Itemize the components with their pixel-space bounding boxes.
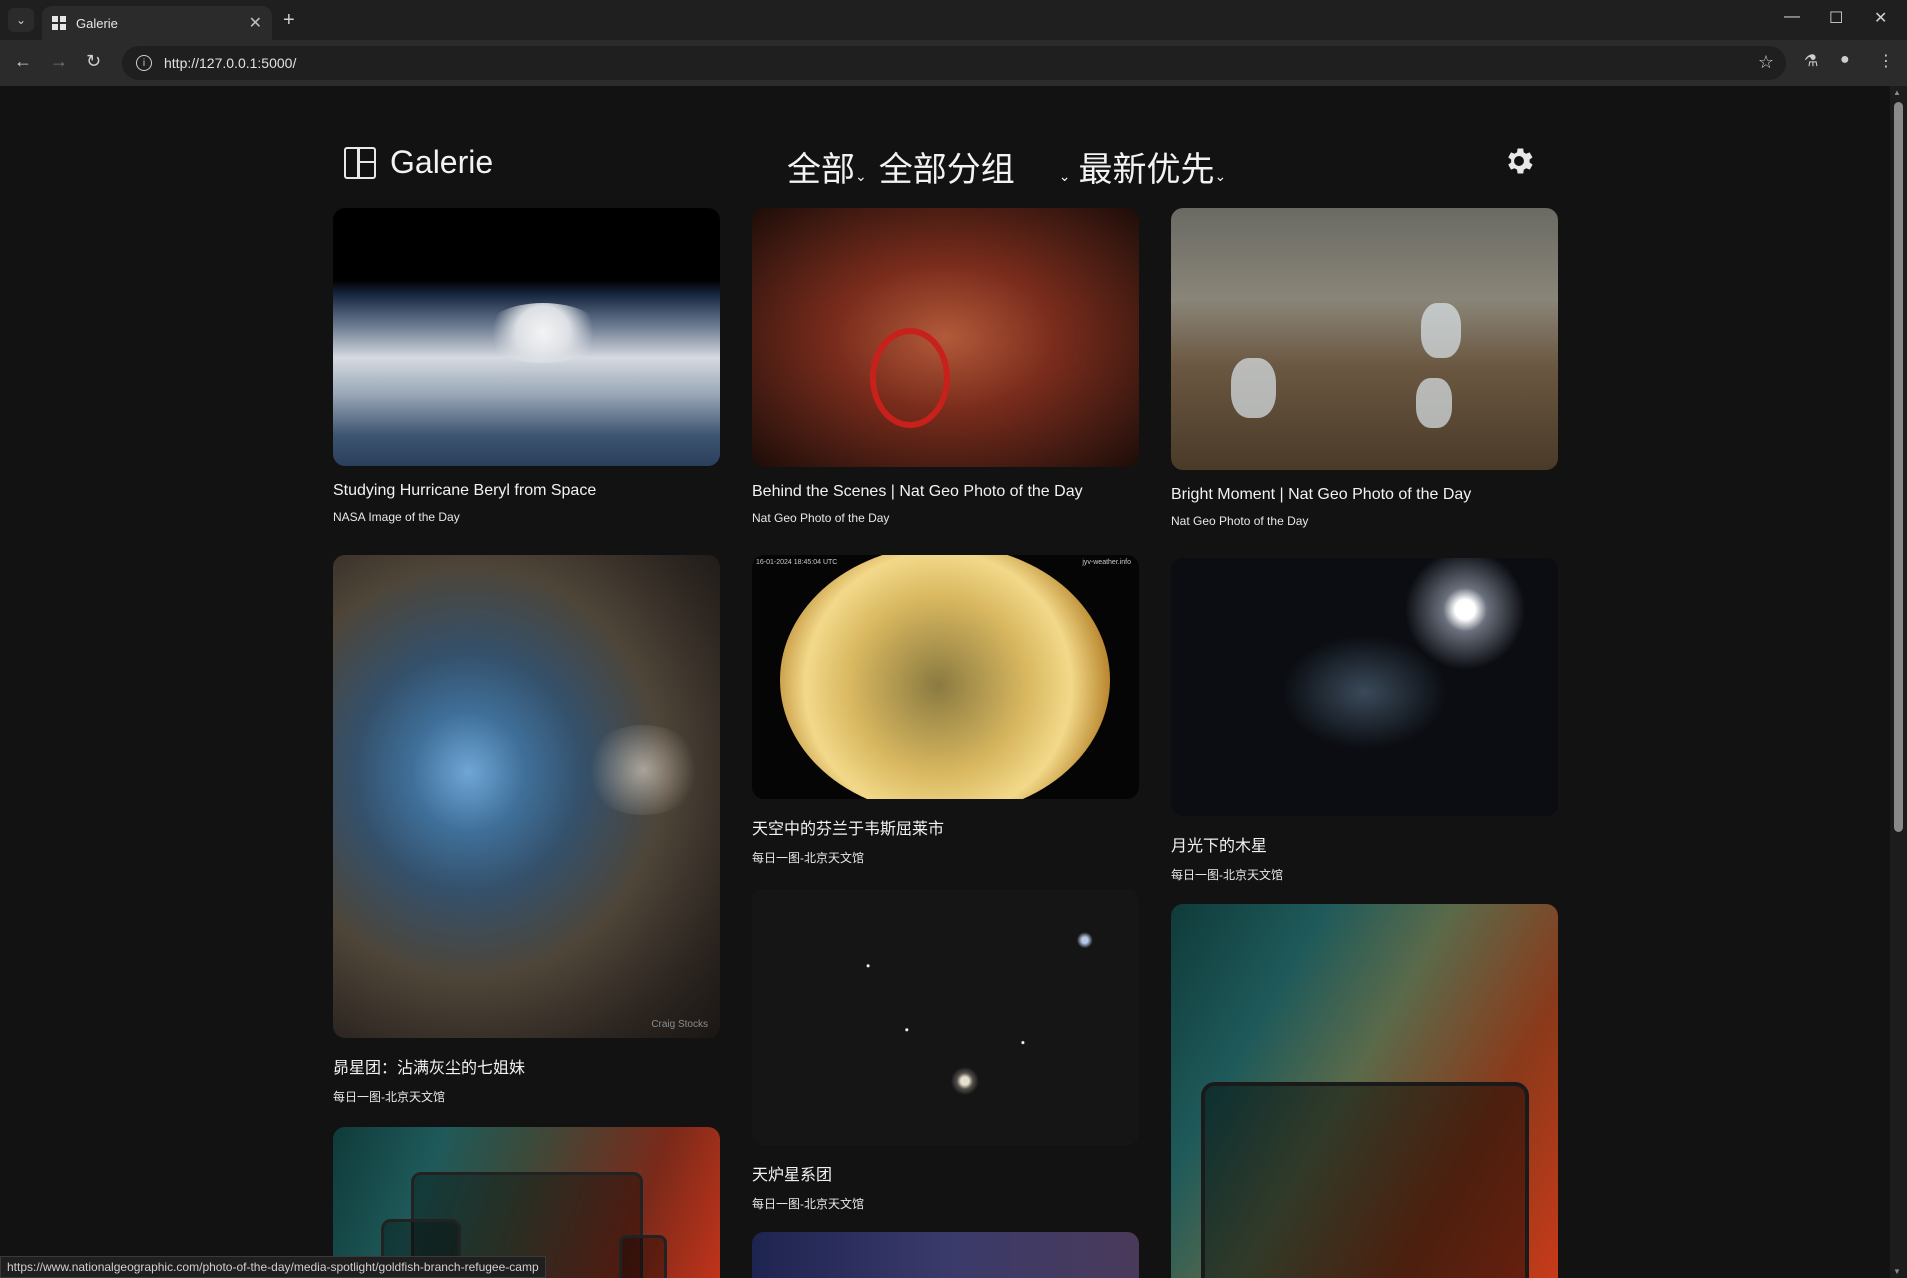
card-source: 每日一图-北京天文馆 (1171, 868, 1283, 882)
site-info-icon[interactable]: i (136, 55, 152, 71)
gallery-card[interactable]: 月光下的木星 每日一图-北京天文馆 (1171, 558, 1558, 883)
page-scrollbar[interactable]: ▲ ▼ (1890, 86, 1907, 1278)
card-title: 月光下的木星 (1171, 838, 1268, 855)
address-url: http://127.0.0.1:5000/ (164, 55, 297, 71)
card-source: 每日一图-北京天文馆 (752, 1197, 864, 1211)
night-sky-photo (752, 1232, 1139, 1278)
chevron-down-icon: ⌄ (855, 168, 867, 184)
browser-tab[interactable]: Galerie ✕ (42, 6, 272, 40)
new-tab-button[interactable]: + (283, 8, 295, 32)
fornax-cluster-photo (752, 889, 1139, 1145)
photo-credit: Craig Stocks (651, 1019, 708, 1030)
forward-button[interactable]: → (50, 51, 68, 72)
gallery-page: Galerie 全部⌄ 全部分组 ⌄ 最新优先⌄ Studying Hurric… (0, 86, 1890, 1278)
gallery-card[interactable]: Bright Moment | Nat Geo Photo of the Day… (1171, 208, 1558, 528)
gallery-card[interactable]: 16-01-2024 18:45:04 UTC jyv-weather.info… (752, 555, 1139, 866)
gallery-card[interactable]: Craig Stocks 昴星团：沾满灰尘的七姐妹 每日一图-北京天文馆 (333, 555, 720, 1105)
camera-timestamp: 16-01-2024 18:45:04 UTC (756, 559, 838, 566)
scroll-up-icon[interactable]: ▲ (1893, 88, 1901, 97)
card-title: 昴星团：沾满灰尘的七姐妹 (333, 1060, 526, 1077)
category-filter-select[interactable]: 全部⌄ (787, 142, 871, 191)
card-title: Behind the Scenes | Nat Geo Photo of the… (752, 483, 1083, 500)
chevron-down-icon: ⌄ (1058, 168, 1071, 184)
card-title: 天空中的芬兰于韦斯屈莱市 (752, 821, 945, 838)
sort-order-select[interactable]: 最新优先⌄ (1078, 142, 1230, 191)
hurricane-photo (333, 208, 720, 466)
camera-watermark: jyv-weather.info (1082, 559, 1131, 566)
card-source: 每日一图-北京天文馆 (333, 1090, 445, 1104)
app-header: Galerie 全部⌄ 全部分组 ⌄ 最新优先⌄ (332, 126, 1556, 196)
card-source: NASA Image of the Day (333, 510, 460, 524)
scrollbar-thumb[interactable] (1894, 102, 1903, 832)
address-bar[interactable]: i http://127.0.0.1:5000/ ☆ (122, 46, 1786, 80)
labs-flask-icon[interactable]: ⚗ (1804, 51, 1818, 71)
jupiter-moonlight-photo (1171, 558, 1558, 816)
browser-tab-bar: ⌄ Galerie ✕ + — ☐ ✕ (0, 0, 1907, 40)
gallery-card[interactable] (752, 1232, 1139, 1278)
settings-gear-icon[interactable] (1502, 144, 1536, 178)
gallery-card[interactable]: Behind the Scenes | Nat Geo Photo of the… (752, 208, 1139, 525)
close-window-button[interactable]: ✕ (1874, 8, 1887, 28)
chevron-down-icon: ⌄ (1214, 168, 1227, 184)
gallery-card[interactable] (1171, 904, 1558, 1278)
card-title: Studying Hurricane Beryl from Space (333, 482, 597, 499)
card-title: Bright Moment | Nat Geo Photo of the Day (1171, 486, 1472, 503)
card-source: Nat Geo Photo of the Day (752, 511, 890, 525)
tab-search-button[interactable]: ⌄ (8, 8, 34, 32)
back-button[interactable]: ← (14, 51, 32, 72)
app-logo[interactable]: Galerie (344, 144, 493, 181)
group-filter-select[interactable]: 全部分组 (879, 142, 1015, 191)
pleiades-photo: Craig Stocks (333, 555, 720, 1038)
app-name: Galerie (390, 144, 494, 180)
goldfish-branch-photo (1171, 208, 1558, 470)
layout-grid-icon (344, 146, 376, 179)
card-source: Nat Geo Photo of the Day (1171, 514, 1309, 528)
reload-button[interactable]: ↻ (86, 51, 101, 72)
allsky-camera-photo: 16-01-2024 18:45:04 UTC jyv-weather.info (752, 555, 1139, 799)
behind-the-scenes-photo (752, 208, 1139, 467)
maximize-window-button[interactable]: ☐ (1829, 8, 1843, 28)
status-bar-url: https://www.nationalgeographic.com/photo… (0, 1256, 546, 1278)
gallery-favicon-icon (52, 16, 66, 30)
card-source: 每日一图-北京天文馆 (752, 851, 864, 865)
gallery-card[interactable]: 天炉星系团 每日一图-北京天文馆 (752, 889, 1139, 1212)
tab-title: Galerie (76, 15, 118, 31)
close-tab-icon[interactable]: ✕ (249, 13, 262, 33)
profile-avatar-icon[interactable]: ● (1840, 51, 1850, 69)
card-title: 天炉星系团 (752, 1167, 833, 1184)
browser-toolbar: ← → ↻ i http://127.0.0.1:5000/ ☆ ⚗ ● ⋮ (0, 40, 1907, 86)
browser-menu-icon[interactable]: ⋮ (1878, 51, 1894, 71)
device-wallpaper-photo (1171, 904, 1558, 1278)
minimize-window-button[interactable]: — (1784, 8, 1800, 26)
scroll-down-icon[interactable]: ▼ (1893, 1267, 1901, 1276)
filter-bar: 全部⌄ 全部分组 ⌄ 最新优先⌄ (787, 142, 1230, 191)
gallery-card[interactable]: Studying Hurricane Beryl from Space NASA… (333, 208, 720, 524)
bookmark-star-icon[interactable]: ☆ (1758, 52, 1774, 73)
